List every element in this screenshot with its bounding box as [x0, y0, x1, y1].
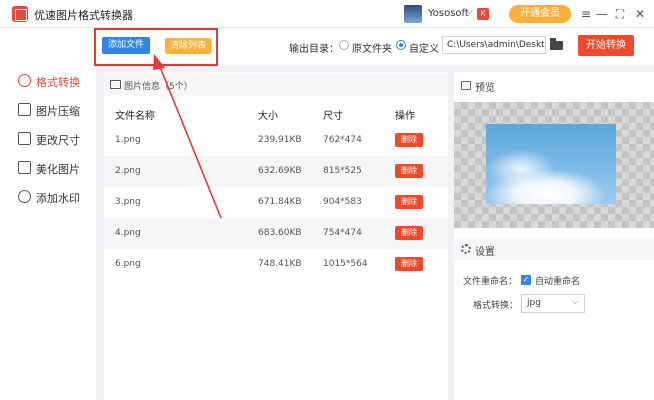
annotation-arrow-line [157, 61, 222, 219]
annotation-arrow [153, 54, 222, 219]
annotation-arrow-head [153, 54, 165, 70]
